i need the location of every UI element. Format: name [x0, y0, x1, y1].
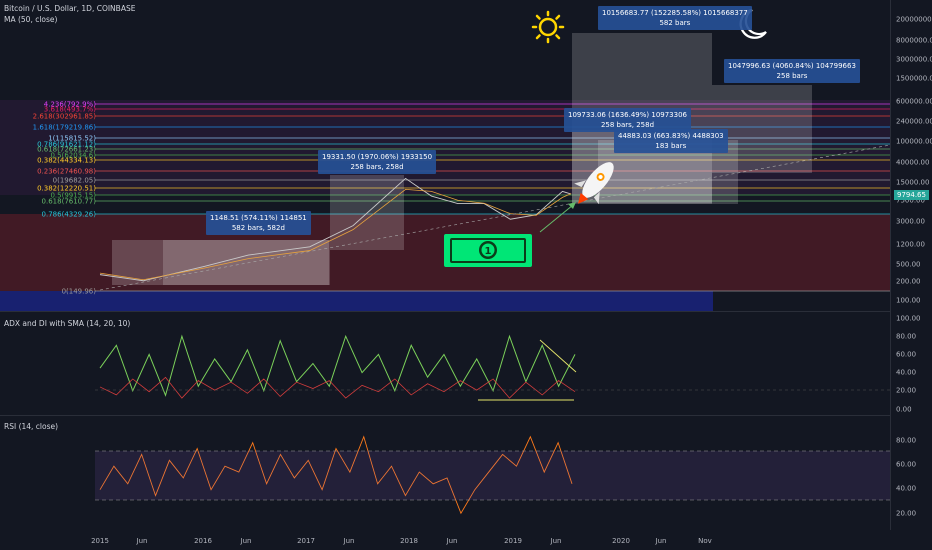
price-tick-label: 40000.00: [896, 159, 929, 167]
time-tick-label: Jun: [136, 537, 148, 545]
adx-tick-label: 0.00: [896, 406, 912, 414]
time-tick-label: 2017: [297, 537, 315, 545]
price-tick-label: 240000.00: [896, 118, 932, 126]
time-tick-label: 2019: [504, 537, 522, 545]
fib-level-label: 0(19682.05): [53, 177, 97, 185]
time-tick-label: 2015: [91, 537, 109, 545]
price-tick-label: 200.00: [896, 278, 921, 286]
fib-level-label: 2.618(302961.85): [33, 113, 97, 121]
adx-tick-label: 20.00: [896, 387, 916, 395]
adx-trendline: [539, 339, 577, 373]
time-tick-label: Jun: [655, 537, 667, 545]
time-tick-label: Jun: [550, 537, 562, 545]
ma-indicator-label: MA (50, close): [4, 15, 58, 24]
fib-level-label: 1.618(179219.86): [33, 124, 97, 132]
fib-level-label: 0(149.96): [62, 288, 97, 296]
adx-tick-label: 100.00: [896, 315, 921, 323]
time-tick-label: Jun: [446, 537, 458, 545]
fib-level-label: 0.236(27460.98): [37, 168, 96, 176]
time-tick-label: Jun: [343, 537, 355, 545]
price-tick-label: 1500000.00: [896, 75, 932, 83]
di-minus-line: [99, 376, 576, 399]
time-tick-label: Jun: [240, 537, 252, 545]
adx-tick-label: 60.00: [896, 351, 916, 359]
fib-level-label: 0.618(7610.77): [42, 198, 97, 206]
fib-level-label: 0.382(44334.13): [37, 157, 96, 165]
chart-title: Bitcoin / U.S. Dollar, 1D, COINBASE: [4, 4, 136, 13]
time-tick-label: Nov: [698, 537, 712, 545]
price-tick-label: 8000000.00: [896, 37, 932, 45]
rsi-tick-label: 60.00: [896, 461, 916, 469]
time-tick-label: 2020: [612, 537, 630, 545]
adx-tick-label: 80.00: [896, 333, 916, 341]
price-tick-label: 3000.00: [896, 218, 925, 226]
price-tick-label: 20000000.00: [896, 16, 932, 24]
fib-zone: [0, 291, 713, 311]
measure-label: 44883.03 (663.83%) 4488303 183 bars: [614, 129, 728, 153]
price-tick-label: 100.00: [896, 297, 921, 305]
dollar-bill-icon: 1: [444, 234, 532, 267]
measure-label: 1148.51 (574.11%) 114851 582 bars, 582d: [206, 211, 311, 235]
rsi-indicator-label: RSI (14, close): [4, 422, 59, 431]
adx-tick-label: 40.00: [896, 369, 916, 377]
measure-label: 19331.50 (1970.06%) 1933150 258 bars, 258…: [318, 150, 437, 174]
sun-icon: [531, 10, 565, 44]
time-tick-label: 2016: [194, 537, 212, 545]
rsi-band: [95, 451, 890, 500]
price-tick-label: 600000.00: [896, 98, 932, 106]
current-price-tag: 9794.65: [894, 190, 929, 200]
rsi-tick-label: 80.00: [896, 437, 916, 445]
price-tick-label: 1200.00: [896, 241, 925, 249]
fib-level-label: 0.786(4329.26): [42, 211, 97, 219]
rsi-tick-label: 40.00: [896, 485, 916, 493]
measure-label: 10156683.77 (152285.58%) 1015668377 582 b…: [598, 6, 752, 30]
price-tick-label: 500.00: [896, 261, 921, 269]
price-tick-label: 3000000.00: [896, 56, 932, 64]
measure-label: 1047996.63 (4060.84%) 104799663 258 bars: [724, 59, 860, 83]
price-tick-label: 15000.00: [896, 179, 929, 187]
time-tick-label: 2018: [400, 537, 418, 545]
adx-line: [99, 334, 576, 397]
rsi-tick-label: 20.00: [896, 510, 916, 518]
price-tick-label: 100000.00: [896, 138, 932, 146]
svg-text:1: 1: [485, 246, 492, 257]
adx-indicator-label: ADX and DI with SMA (14, 20, 10): [4, 319, 131, 328]
